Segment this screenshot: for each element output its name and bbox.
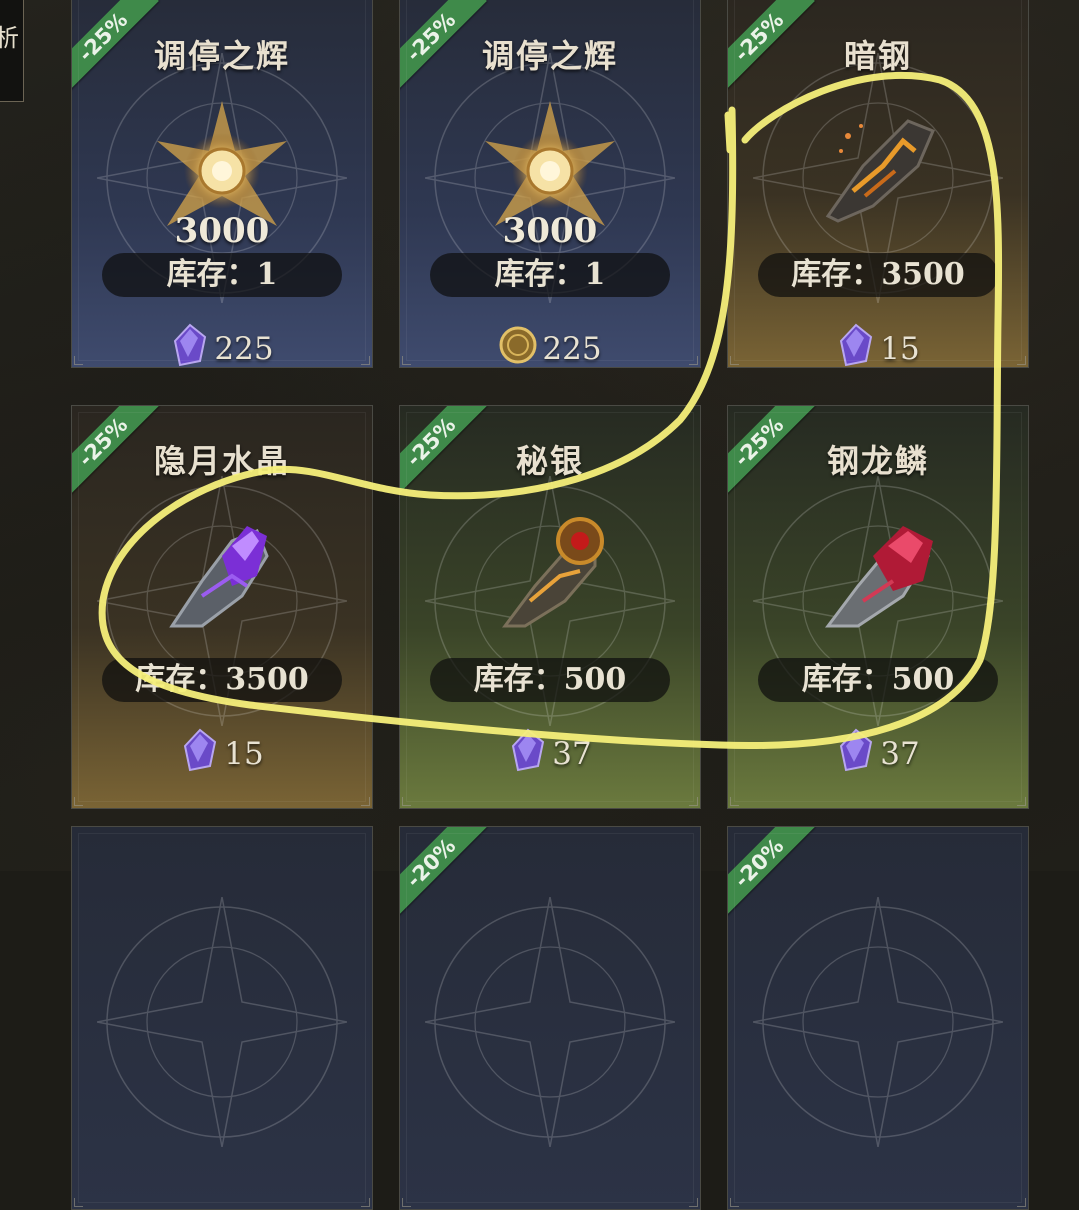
purple-crystal-icon (170, 323, 210, 367)
purple-crystal-icon (180, 728, 220, 780)
corner-ornament (730, 1198, 739, 1207)
shop-item-card[interactable]: -25% 钢龙鳞 库存：500 37 (727, 405, 1029, 809)
side-tab[interactable]: 析 (0, 0, 24, 102)
corner-ornament (74, 1198, 83, 1207)
corner-ornament (689, 797, 698, 806)
purple-crystal-icon (836, 728, 876, 780)
shop-item-card[interactable]: -25% 调停之辉 3000 库存：1 225 (399, 0, 701, 368)
stock-label: 库存：500 (758, 658, 998, 702)
price-row[interactable]: 15 (72, 728, 372, 780)
shop-item-card[interactable]: -20% (727, 826, 1029, 1210)
side-tab-label: 析 (0, 24, 19, 52)
stock-label: 库存：500 (430, 658, 670, 702)
shop-item-card[interactable]: -25% 秘银 库存：500 37 (399, 405, 701, 809)
price-row[interactable]: 15 (728, 323, 1028, 367)
item-name: 隐月水晶 (153, 442, 290, 480)
corner-ornament (1017, 1198, 1026, 1207)
item-name: 调停之辉 (153, 37, 290, 75)
item-name: 调停之辉 (481, 37, 618, 75)
item-name: 暗钢 (843, 37, 912, 75)
dragon-scale-ore-icon (803, 501, 953, 651)
corner-ornament (361, 797, 370, 806)
price-value: 225 (214, 331, 274, 367)
price-value: 15 (880, 331, 920, 367)
corner-ornament (689, 1198, 698, 1207)
stock-label: 库存：3500 (758, 253, 998, 297)
corner-ornament (730, 797, 739, 806)
purple-crystal-icon (836, 323, 876, 367)
shop-item-card[interactable] (71, 826, 373, 1210)
item-amount: 3000 (502, 211, 598, 251)
corner-ornament (1017, 797, 1026, 806)
item-name: 秘银 (515, 442, 584, 480)
price-value: 37 (552, 736, 592, 772)
shop-item-card[interactable]: -25% 调停之辉 3000 库存：1 225 (71, 0, 373, 368)
item-name: 钢龙鳞 (826, 442, 929, 480)
corner-ornament (402, 1198, 411, 1207)
shop-item-card[interactable]: -20% (399, 826, 701, 1210)
dark-steel-ore-icon (803, 96, 953, 246)
stock-label: 库存：3500 (102, 658, 342, 702)
corner-ornament (361, 1198, 370, 1207)
stock-label: 库存：1 (430, 253, 670, 297)
price-value: 15 (224, 736, 264, 772)
price-row[interactable]: 225 (72, 323, 372, 367)
corner-ornament (74, 797, 83, 806)
stock-label: 库存：1 (102, 253, 342, 297)
price-row[interactable]: 225 (400, 323, 700, 367)
purple-crystal-icon (508, 728, 548, 780)
mithril-ore-icon (475, 501, 625, 651)
price-row[interactable]: 37 (400, 728, 700, 780)
price-value: 225 (542, 331, 602, 367)
gold-coin-icon (498, 323, 538, 367)
price-value: 37 (880, 736, 920, 772)
price-row[interactable]: 37 (728, 728, 1028, 780)
shop-item-card[interactable]: -25% 隐月水晶 库存：3500 15 (71, 405, 373, 809)
item-amount: 3000 (174, 211, 270, 251)
corner-ornament (402, 797, 411, 806)
moon-crystal-ore-icon (147, 501, 297, 651)
shop-item-card[interactable]: -25% 暗钢 库存：3500 15 (727, 0, 1029, 368)
